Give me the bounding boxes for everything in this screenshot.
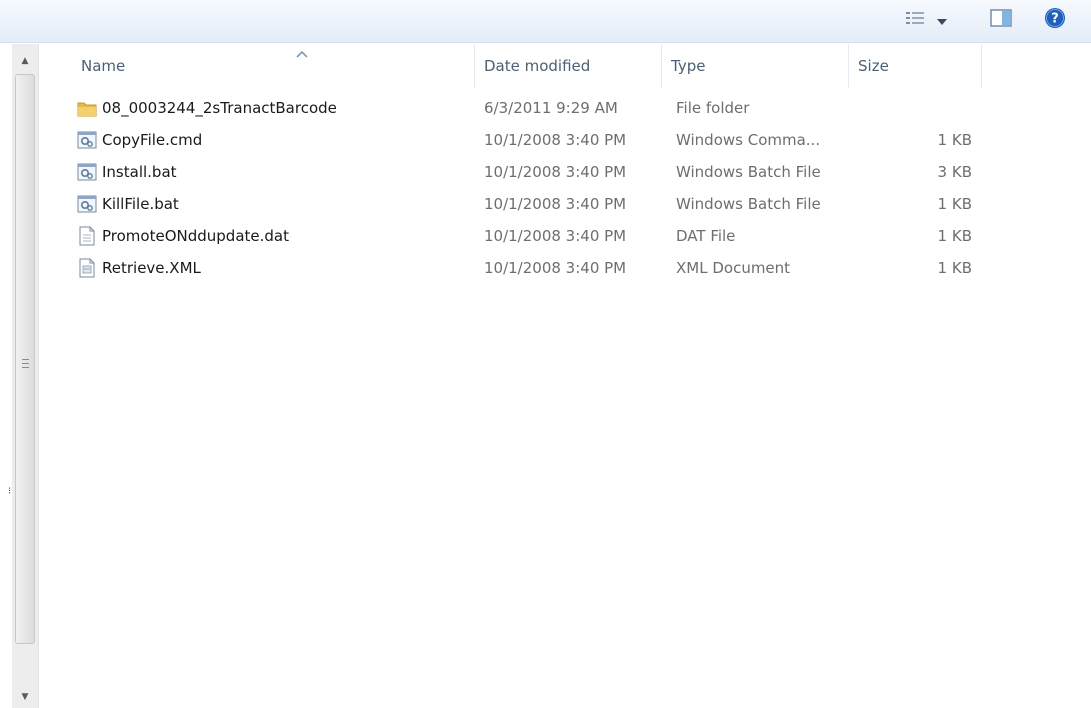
file-size: 3 KB (937, 163, 972, 181)
scrollbar-grip-icon (22, 359, 29, 368)
pane-splitter-handle[interactable]: ⁝ (8, 486, 11, 497)
help-button[interactable]: ? (1040, 8, 1070, 32)
help-icon: ? (1044, 7, 1066, 33)
column-header-row: Name Date modified Type Size (40, 44, 1091, 88)
column-header-date-modified[interactable]: Date modified (475, 44, 662, 88)
file-date: 10/1/2008 3:40 PM (484, 131, 627, 149)
toolbar: ? (0, 0, 1091, 43)
file-type: File folder (676, 99, 750, 117)
preview-pane-button[interactable] (986, 8, 1016, 32)
view-options-icon (905, 10, 927, 30)
file-date: 10/1/2008 3:40 PM (484, 259, 627, 277)
file-type: Windows Batch File (676, 163, 821, 181)
file-row[interactable]: Retrieve.XML 10/1/2008 3:40 PM XML Docum… (40, 252, 1040, 284)
file-size: 1 KB (937, 195, 972, 213)
file-list: 08_0003244_2sTranactBarcode 6/3/2011 9:2… (40, 92, 1040, 284)
file-row[interactable]: CopyFile.cmd 10/1/2008 3:40 PM Windows C… (40, 124, 1040, 156)
file-row[interactable]: 08_0003244_2sTranactBarcode 6/3/2011 9:2… (40, 92, 1040, 124)
batch-file-icon (76, 124, 98, 156)
scroll-down-button[interactable]: ▼ (12, 686, 38, 708)
column-header-name-label: Name (81, 57, 126, 75)
batch-file-icon (76, 156, 98, 188)
file-name: Retrieve.XML (102, 259, 201, 277)
sort-ascending-icon (294, 44, 310, 58)
batch-file-icon (76, 188, 98, 220)
column-header-date-label: Date modified (484, 57, 591, 75)
file-row[interactable]: PromoteONddupdate.dat 10/1/2008 3:40 PM … (40, 220, 1040, 252)
file-size: 1 KB (937, 227, 972, 245)
column-header-type[interactable]: Type (662, 44, 849, 88)
preview-pane-icon (990, 9, 1012, 31)
vertical-scrollbar[interactable]: ▲ ▼ (12, 44, 39, 708)
file-size: 1 KB (937, 131, 972, 149)
file-size: 1 KB (937, 259, 972, 277)
file-size (840, 92, 972, 124)
file-name: KillFile.bat (102, 195, 179, 213)
svg-text:?: ? (1051, 12, 1059, 27)
column-header-name[interactable]: Name (72, 44, 475, 88)
file-name: CopyFile.cmd (102, 131, 203, 149)
file-date: 6/3/2011 9:29 AM (484, 99, 618, 117)
file-name: 08_0003244_2sTranactBarcode (102, 99, 337, 117)
folder-icon (76, 92, 98, 124)
change-view-button[interactable] (888, 8, 964, 32)
file-name: Install.bat (102, 163, 177, 181)
chevron-down-icon (937, 11, 947, 29)
scroll-up-button[interactable]: ▲ (12, 50, 38, 72)
file-date: 10/1/2008 3:40 PM (484, 195, 627, 213)
file-date: 10/1/2008 3:40 PM (484, 163, 627, 181)
column-header-size-label: Size (858, 57, 889, 75)
column-header-type-label: Type (671, 57, 706, 75)
xml-file-icon (76, 252, 98, 284)
file-row[interactable]: Install.bat 10/1/2008 3:40 PM Windows Ba… (40, 156, 1040, 188)
document-file-icon (76, 220, 98, 252)
file-row[interactable]: KillFile.bat 10/1/2008 3:40 PM Windows B… (40, 188, 1040, 220)
file-type: Windows Batch File (676, 195, 821, 213)
file-type: DAT File (676, 227, 736, 245)
file-type: XML Document (676, 259, 791, 277)
file-type: Windows Comma... (676, 131, 821, 149)
scrollbar-thumb[interactable] (15, 74, 35, 644)
file-date: 10/1/2008 3:40 PM (484, 227, 627, 245)
file-name: PromoteONddupdate.dat (102, 227, 289, 245)
column-header-size[interactable]: Size (849, 44, 982, 88)
